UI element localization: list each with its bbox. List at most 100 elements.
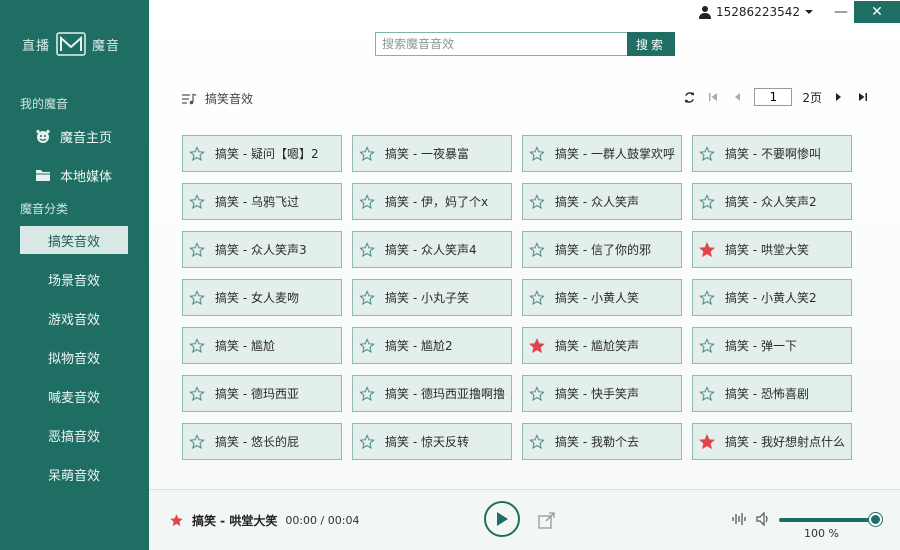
nav-home[interactable]: 魔音主页 xyxy=(20,122,128,150)
sound-card-label: 搞笑 - 惊天反转 xyxy=(385,435,469,449)
category-shout[interactable]: 喊麦音效 xyxy=(20,382,128,410)
minimize-button[interactable]: — xyxy=(828,1,854,23)
sound-card-label: 搞笑 - 我勒个去 xyxy=(555,435,639,449)
category-prank[interactable]: 恶搞音效 xyxy=(20,421,128,449)
sound-card[interactable]: 搞笑 - 德玛西亚撸啊撸 xyxy=(352,375,512,412)
sound-card[interactable]: 搞笑 - 尴尬笑声 xyxy=(522,327,682,364)
sound-card[interactable]: 搞笑 - 信了你的邪 xyxy=(522,231,682,268)
sound-card-label: 搞笑 - 众人笑声3 xyxy=(215,243,307,257)
star-outline-icon[interactable] xyxy=(529,145,545,162)
volume-slider-track[interactable] xyxy=(779,518,875,522)
share-icon[interactable] xyxy=(537,510,557,530)
sound-card[interactable]: 搞笑 - 疑问【嗯】2 xyxy=(182,135,342,172)
page-input[interactable] xyxy=(754,88,793,106)
sound-card-label: 搞笑 - 哄堂大笑 xyxy=(725,243,809,257)
star-outline-icon[interactable] xyxy=(699,289,715,306)
star-outline-icon[interactable] xyxy=(189,241,205,258)
star-outline-icon[interactable] xyxy=(189,289,205,306)
sound-card[interactable]: 搞笑 - 一群人鼓掌欢呼 xyxy=(522,135,682,172)
folder-icon xyxy=(32,168,54,182)
star-outline-icon[interactable] xyxy=(529,433,545,450)
star-outline-icon[interactable] xyxy=(189,433,205,450)
next-page-icon[interactable] xyxy=(832,90,846,104)
star-outline-icon[interactable] xyxy=(529,193,545,210)
sound-card-label: 搞笑 - 尴尬笑声 xyxy=(555,339,639,353)
sound-card[interactable]: 搞笑 - 恐怖喜剧 xyxy=(692,375,852,412)
star-filled-icon[interactable] xyxy=(529,337,545,354)
star-outline-icon[interactable] xyxy=(189,145,205,162)
page-total: 2页 xyxy=(802,90,822,105)
sound-card-label: 搞笑 - 乌鸦飞过 xyxy=(215,195,299,209)
star-outline-icon[interactable] xyxy=(699,193,715,210)
refresh-icon[interactable] xyxy=(682,90,696,104)
sound-card[interactable]: 搞笑 - 乌鸦飞过 xyxy=(182,183,342,220)
category-imitation[interactable]: 拟物音效 xyxy=(20,343,128,371)
equalizer-icon[interactable] xyxy=(731,511,747,527)
star-outline-icon[interactable] xyxy=(359,385,375,402)
sound-card-label: 搞笑 - 不要啊惨叫 xyxy=(725,147,821,161)
sound-card[interactable]: 搞笑 - 伊，妈了个x xyxy=(352,183,512,220)
play-button[interactable] xyxy=(484,501,520,537)
sound-card[interactable]: 搞笑 - 众人笑声4 xyxy=(352,231,512,268)
star-outline-icon[interactable] xyxy=(359,145,375,162)
volume-icon[interactable] xyxy=(755,511,771,527)
star-outline-icon[interactable] xyxy=(699,385,715,402)
title-bar: 15286223542 — ✕ xyxy=(698,0,900,24)
sound-card[interactable]: 搞笑 - 悠长的屁 xyxy=(182,423,342,460)
sound-card[interactable]: 搞笑 - 不要啊惨叫 xyxy=(692,135,852,172)
sound-card[interactable]: 搞笑 - 小黄人笑 xyxy=(522,279,682,316)
sound-card[interactable]: 搞笑 - 众人笑声 xyxy=(522,183,682,220)
star-filled-icon[interactable] xyxy=(699,433,715,450)
star-outline-icon[interactable] xyxy=(189,337,205,354)
sound-card[interactable]: 搞笑 - 德玛西亚 xyxy=(182,375,342,412)
star-outline-icon[interactable] xyxy=(359,241,375,258)
sound-card[interactable]: 搞笑 - 快手笑声 xyxy=(522,375,682,412)
sound-card[interactable]: 搞笑 - 一夜暴富 xyxy=(352,135,512,172)
sound-card[interactable]: 搞笑 - 惊天反转 xyxy=(352,423,512,460)
sound-card[interactable]: 搞笑 - 我勒个去 xyxy=(522,423,682,460)
star-outline-icon[interactable] xyxy=(359,193,375,210)
star-outline-icon[interactable] xyxy=(359,433,375,450)
star-outline-icon[interactable] xyxy=(359,337,375,354)
search-input[interactable] xyxy=(375,32,627,56)
now-playing-title: 搞笑 - 哄堂大笑 xyxy=(192,514,278,528)
sound-card[interactable]: 搞笑 - 女人麦吻 xyxy=(182,279,342,316)
search-button[interactable]: 搜索 xyxy=(627,32,675,56)
now-playing-time: 00:00 / 00:04 xyxy=(285,514,360,527)
nav-home-label: 魔音主页 xyxy=(60,130,113,146)
sound-card[interactable]: 搞笑 - 尴尬 xyxy=(182,327,342,364)
volume-slider-knob[interactable] xyxy=(869,513,882,526)
sound-card[interactable]: 搞笑 - 尴尬2 xyxy=(352,327,512,364)
category-scene[interactable]: 场景音效 xyxy=(20,265,128,293)
prev-page-icon[interactable] xyxy=(730,90,744,104)
user-menu[interactable]: 15286223542 xyxy=(698,5,814,19)
star-outline-icon[interactable] xyxy=(359,289,375,306)
sound-card[interactable]: 搞笑 - 哄堂大笑 xyxy=(692,231,852,268)
category-game[interactable]: 游戏音效 xyxy=(20,304,128,332)
sound-card[interactable]: 搞笑 - 我好想射点什么 xyxy=(692,423,852,460)
sound-card-label: 搞笑 - 众人笑声4 xyxy=(385,243,477,257)
close-button[interactable]: ✕ xyxy=(854,1,900,23)
nav-local-media[interactable]: 本地媒体 xyxy=(20,161,128,189)
star-outline-icon[interactable] xyxy=(529,289,545,306)
last-page-icon[interactable] xyxy=(856,90,870,104)
category-funny[interactable]: 搞笑音效 xyxy=(20,226,128,254)
sound-card[interactable]: 搞笑 - 小丸子笑 xyxy=(352,279,512,316)
star-outline-icon[interactable] xyxy=(529,241,545,258)
star-filled-icon[interactable] xyxy=(699,241,715,258)
star-outline-icon[interactable] xyxy=(699,145,715,162)
section-cat-title: 魔音分类 xyxy=(20,202,69,216)
category-cute[interactable]: 呆萌音效 xyxy=(20,460,128,488)
sound-card[interactable]: 搞笑 - 弹一下 xyxy=(692,327,852,364)
star-outline-icon[interactable] xyxy=(529,385,545,402)
star-outline-icon[interactable] xyxy=(189,385,205,402)
sound-card[interactable]: 搞笑 - 众人笑声3 xyxy=(182,231,342,268)
first-page-icon[interactable] xyxy=(706,90,720,104)
sound-card[interactable]: 搞笑 - 众人笑声2 xyxy=(692,183,852,220)
pager: 2页 xyxy=(682,88,870,106)
star-outline-icon[interactable] xyxy=(189,193,205,210)
star-outline-icon[interactable] xyxy=(699,337,715,354)
sound-card[interactable]: 搞笑 - 小黄人笑2 xyxy=(692,279,852,316)
favorite-star-icon[interactable] xyxy=(169,513,184,528)
sound-card-label: 搞笑 - 一群人鼓掌欢呼 xyxy=(555,147,675,161)
